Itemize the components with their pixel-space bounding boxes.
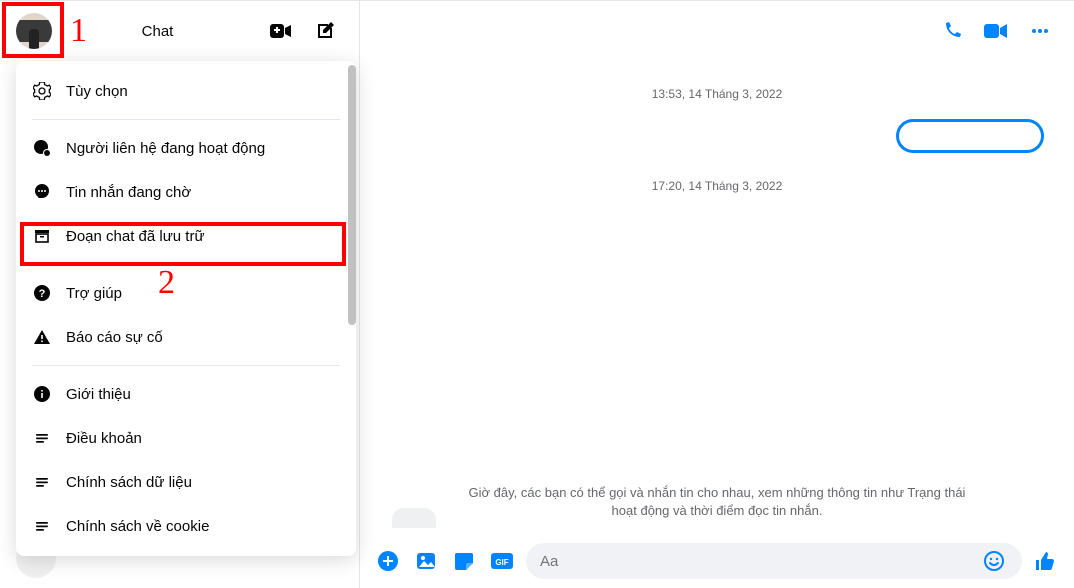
sidebar-header: Chat <box>0 1 359 61</box>
menu-item-label: Giới thiệu <box>66 386 131 403</box>
info-icon <box>32 384 52 404</box>
svg-text:GIF: GIF <box>495 558 508 567</box>
plus-circle-icon <box>376 549 400 573</box>
menu-item-preferences[interactable]: Tùy chọn <box>16 69 356 113</box>
spacer <box>376 520 1058 534</box>
menu-item-label: Đoạn chat đã lưu trữ <box>66 228 205 245</box>
message-timestamp: 17:20, 14 Tháng 3, 2022 <box>376 179 1058 193</box>
smiley-icon <box>983 550 1005 572</box>
gif-icon: GIF <box>490 551 514 571</box>
menu-item-report[interactable]: Báo cáo sự cố <box>16 315 356 359</box>
menu-item-label: Tùy chọn <box>66 83 128 100</box>
message-input[interactable] <box>540 553 980 570</box>
menu-scrollbar[interactable] <box>348 65 356 325</box>
compose-icon <box>314 20 336 42</box>
image-icon <box>415 550 437 572</box>
active-contact-icon <box>32 138 52 158</box>
menu-item-label: Tin nhắn đang chờ <box>66 184 191 201</box>
menu-item-help[interactable]: ? Trợ giúp <box>16 271 356 315</box>
menu-divider <box>32 264 340 265</box>
svg-text:?: ? <box>39 288 46 300</box>
open-more-actions-button[interactable] <box>374 547 402 575</box>
warning-icon <box>32 327 52 347</box>
message-timestamp: 13:53, 14 Tháng 3, 2022 <box>376 87 1058 101</box>
sticker-button[interactable] <box>450 547 478 575</box>
voice-call-button[interactable] <box>934 13 970 49</box>
menu-divider <box>32 365 340 366</box>
app-root: Chat <box>0 0 1074 588</box>
settings-menu: Tùy chọn Người liên hệ đang hoạt động Ti… <box>16 61 356 556</box>
menu-item-active-contacts[interactable]: Người liên hệ đang hoạt động <box>16 126 356 170</box>
new-video-call-button[interactable] <box>263 13 299 49</box>
conversation-intro-text: Giờ đây, các bạn có thể gọi và nhắn tin … <box>457 484 977 520</box>
document-icon <box>32 516 52 536</box>
conversation-panel: 13:53, 14 Tháng 3, 2022 17:20, 14 Tháng … <box>360 1 1074 588</box>
attach-image-button[interactable] <box>412 547 440 575</box>
gif-button[interactable]: GIF <box>488 547 516 575</box>
menu-item-label: Chính sách về cookie <box>66 518 209 535</box>
thumbs-up-icon <box>1034 549 1058 573</box>
emoji-picker-button[interactable] <box>980 547 1008 575</box>
sidebar: Chat <box>0 1 360 588</box>
menu-item-label: Điều khoản <box>66 430 142 447</box>
conversation-body: 13:53, 14 Tháng 3, 2022 17:20, 14 Tháng … <box>360 61 1074 534</box>
video-icon <box>983 21 1009 41</box>
document-icon <box>32 472 52 492</box>
menu-item-archived-chats[interactable]: Đoạn chat đã lưu trữ <box>16 214 356 258</box>
video-call-button[interactable] <box>978 13 1014 49</box>
sidebar-actions <box>263 13 343 49</box>
sidebar-title: Chat <box>142 23 174 40</box>
menu-item-label: Trợ giúp <box>66 285 122 302</box>
ellipsis-icon <box>1029 20 1051 42</box>
compose-button[interactable] <box>307 13 343 49</box>
menu-item-terms[interactable]: Điều khoản <box>16 416 356 460</box>
phone-icon <box>941 20 963 42</box>
composer: GIF <box>360 534 1074 588</box>
menu-item-label: Người liên hệ đang hoạt động <box>66 140 265 157</box>
outgoing-message-bubble[interactable] <box>896 119 1044 153</box>
menu-divider <box>32 119 340 120</box>
menu-item-about[interactable]: Giới thiệu <box>16 372 356 416</box>
thumbs-up-button[interactable] <box>1032 547 1060 575</box>
user-avatar[interactable] <box>16 13 52 49</box>
more-options-button[interactable] <box>1022 13 1058 49</box>
conversation-header <box>360 1 1074 61</box>
menu-item-message-requests[interactable]: Tin nhắn đang chờ <box>16 170 356 214</box>
menu-item-cookie-policy[interactable]: Chính sách về cookie <box>16 504 356 548</box>
video-plus-icon <box>269 21 293 41</box>
typing-indicator <box>392 508 436 528</box>
sticker-icon <box>453 550 475 572</box>
menu-item-label: Báo cáo sự cố <box>66 329 163 346</box>
message-input-wrapper[interactable] <box>526 543 1022 579</box>
chat-bubble-icon <box>32 182 52 202</box>
menu-item-label: Chính sách dữ liệu <box>66 474 192 491</box>
help-icon: ? <box>32 283 52 303</box>
document-icon <box>32 428 52 448</box>
archive-icon <box>32 226 52 246</box>
gear-icon <box>32 81 52 101</box>
spacer <box>376 211 1058 484</box>
menu-item-data-policy[interactable]: Chính sách dữ liệu <box>16 460 356 504</box>
